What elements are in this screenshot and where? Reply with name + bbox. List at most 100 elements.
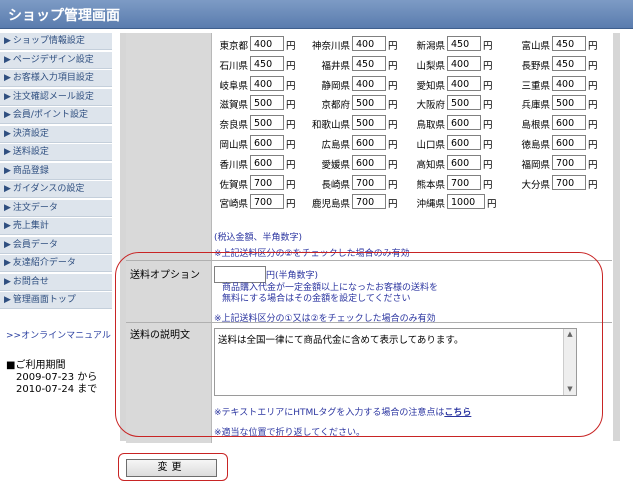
yen-unit: 円 [483,120,493,132]
sidebar-item[interactable]: ▶ 売上集計 [0,218,112,235]
shipping-fee-input[interactable]: 450 [447,36,481,51]
yen-unit: 円 [286,100,296,112]
yen-unit: 円 [483,80,493,92]
prefecture-label: 長野県 [521,60,550,72]
yen-unit: 円 [588,100,598,112]
yen-unit: 円 [588,179,598,191]
sidebar-item[interactable]: ▶ 送料設定 [0,144,112,161]
shipping-fee-input[interactable]: 600 [250,154,284,170]
sidebar-item[interactable]: ▶ ショップ情報設定 [0,33,112,50]
prefecture-label: 鳥取県 [416,120,445,132]
prefecture-label: 大分県 [521,179,550,191]
shipping-cell: 愛媛県 600 円 [305,154,405,171]
shipping-fee-input[interactable]: 500 [447,95,481,111]
shipping-fee-input[interactable]: 400 [552,75,586,91]
shipping-fee-input[interactable]: 500 [352,95,386,111]
shipping-cell: 京都府 500 円 [305,95,405,111]
yen-unit: 円 [286,140,296,151]
shipping-fee-input[interactable]: 400 [352,36,386,51]
shipping-fee-input[interactable]: 400 [250,75,284,91]
yen-unit: 円 [483,140,493,151]
shipping-cell: 山口県 600 円 [410,135,510,151]
prefecture-label: 京都府 [321,100,350,112]
yen-unit: 円 [388,100,398,112]
yen-unit: 円 [388,41,398,52]
shipping-fee-input[interactable]: 600 [447,115,481,131]
prefecture-label: 岡山県 [219,140,248,151]
shipping-fee-input[interactable]: 450 [552,55,586,71]
yen-unit: 円 [483,159,493,171]
prefecture-label: 愛知県 [416,80,445,92]
shipping-fee-input[interactable]: 600 [447,154,481,170]
chevron-right-icon: ▶ [4,147,11,157]
shipping-fee-input[interactable]: 500 [250,115,284,131]
sidebar-item[interactable]: ▶ 管理画面トップ [0,292,112,309]
chevron-right-icon: ▶ [4,128,11,139]
shipping-cell: 島根県 600 円 [515,115,615,131]
shipping-fee-input[interactable]: 600 [250,135,284,150]
prefecture-label: 佐賀県 [219,179,248,191]
shipping-fee-input[interactable]: 500 [552,95,586,111]
shipping-fee-input[interactable]: 500 [352,115,386,131]
chevron-right-icon: ▶ [4,258,11,268]
shipping-fee-input[interactable]: 400 [447,75,481,91]
sidebar-item[interactable]: ▶ 会員/ポイント設定 [0,107,112,124]
sidebar-item[interactable]: ▶ 友達紹介データ [0,255,112,272]
yen-unit: 円 [483,60,493,72]
shipping-fee-input[interactable]: 600 [352,135,386,150]
shipping-fee-input[interactable]: 700 [250,194,284,210]
shipping-fee-input[interactable]: 450 [552,36,586,51]
shipping-cell: 山梨県 400 円 [410,55,510,72]
sidebar-item[interactable]: ▶ 会員データ [0,236,112,254]
shipping-fee-input[interactable]: 600 [352,154,386,170]
online-manual-link[interactable]: >>オンラインマニュアル [6,328,111,341]
sidebar-item[interactable]: ▶ 注文データ [0,199,112,217]
prefecture-label: 沖縄県 [416,199,445,211]
shipping-fee-input[interactable]: 1000 [447,194,485,210]
sidebar-item[interactable]: ▶ 注文確認メール設定 [0,88,112,106]
shipping-cell: 佐賀県 700 円 [213,174,313,191]
yen-unit: 円 [388,159,398,171]
shipping-fee-input[interactable]: 450 [352,55,386,71]
chevron-right-icon: ▶ [4,54,11,65]
shipping-cell: 愛知県 400 円 [410,75,510,92]
sidebar-item[interactable]: ▶ ページデザイン設定 [0,51,112,69]
shipping-cell: 岡山県 600 円 [213,135,313,151]
sidebar-item[interactable]: ▶ ガイダンスの設定 [0,181,112,198]
shipping-fee-input[interactable]: 700 [552,174,586,190]
sidebar-item[interactable]: ▶ お問合せ [0,273,112,291]
sidebar-item[interactable]: ▶ 決済設定 [0,125,112,143]
shipping-cell: 奈良県 500 円 [213,115,313,131]
yen-unit: 円 [588,140,598,151]
yen-unit: 円 [286,41,296,52]
shipping-fee-input[interactable]: 600 [552,135,586,150]
shipping-fee-input[interactable]: 700 [352,174,386,190]
shipping-fee-input[interactable]: 400 [352,75,386,91]
yen-unit: 円 [483,100,493,112]
yen-unit: 円 [483,41,493,52]
chevron-right-icon: ▶ [4,73,11,83]
shipping-fee-input[interactable]: 700 [352,194,386,210]
yen-unit: 円 [487,199,497,211]
prefecture-label: 富山県 [521,41,550,52]
shipping-fee-input[interactable]: 500 [250,95,284,111]
shipping-fee-input[interactable]: 600 [447,135,481,150]
chevron-right-icon: ▶ [4,36,11,46]
prefecture-label: 福岡県 [521,159,550,171]
sidebar-item[interactable]: ▶ お客様入力項目設定 [0,70,112,87]
prefecture-label: 高知県 [416,159,445,171]
shipping-cell: 三重県 400 円 [515,75,615,92]
shipping-fee-input[interactable]: 700 [250,174,284,190]
sidebar-item[interactable]: ▶ 商品登録 [0,162,112,180]
shipping-cell: 長野県 450 円 [515,55,615,72]
shipping-fee-input[interactable]: 700 [447,174,481,190]
prefecture-label: 岐阜県 [219,80,248,92]
shipping-fee-input[interactable]: 400 [447,55,481,71]
shipping-fee-input[interactable]: 700 [552,154,586,170]
period-to: 2010-07-24 まで [16,384,98,395]
yen-unit: 円 [588,159,598,171]
shipping-fee-input[interactable]: 600 [552,115,586,131]
shipping-cell: 和歌山県 500 円 [305,115,405,131]
shipping-fee-input[interactable]: 400 [250,36,284,51]
shipping-fee-input[interactable]: 450 [250,55,284,71]
